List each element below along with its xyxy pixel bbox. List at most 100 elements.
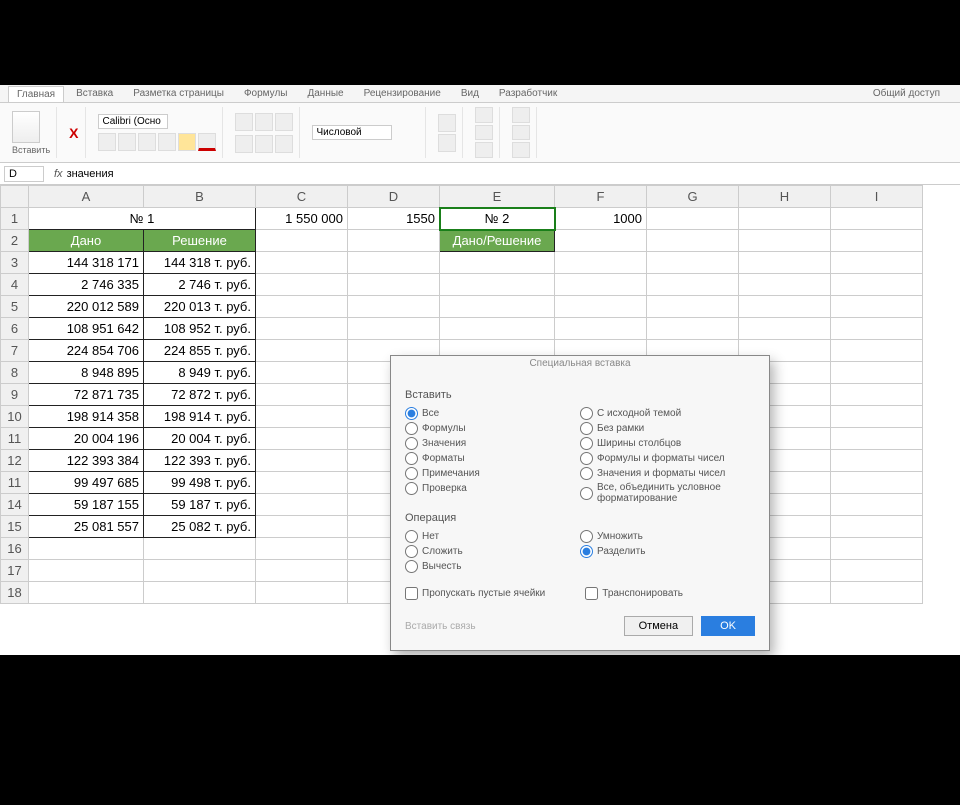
cell[interactable] — [440, 274, 555, 296]
cell[interactable]: 25 082 т. руб. — [144, 516, 256, 538]
share-button[interactable]: Общий доступ — [865, 86, 948, 101]
cell[interactable]: 108 951 642 — [29, 318, 144, 340]
name-box[interactable]: D — [4, 166, 44, 182]
tab-view[interactable]: Вид — [453, 86, 487, 101]
cell[interactable]: 99 498 т. руб. — [144, 472, 256, 494]
cell[interactable]: 144 318 171 — [29, 252, 144, 274]
cell[interactable] — [831, 516, 923, 538]
radio-ins-1[interactable]: Формулы — [405, 422, 580, 435]
tab-review[interactable]: Рецензирование — [356, 86, 449, 101]
cell[interactable] — [144, 560, 256, 582]
row-header[interactable]: 17 — [1, 560, 29, 582]
autosum-icon[interactable] — [512, 107, 530, 123]
col-header[interactable]: H — [739, 186, 831, 208]
cell[interactable] — [831, 472, 923, 494]
radio-op-1[interactable]: Сложить — [405, 545, 580, 558]
cell[interactable] — [256, 428, 348, 450]
radio-op-2[interactable]: Вычесть — [405, 560, 580, 573]
tab-pagelayout[interactable]: Разметка страницы — [125, 86, 232, 101]
cell[interactable] — [555, 318, 647, 340]
cell[interactable] — [831, 252, 923, 274]
cell[interactable]: 224 854 706 — [29, 340, 144, 362]
tab-developer[interactable]: Разработчик — [491, 86, 565, 101]
cell[interactable] — [256, 494, 348, 516]
cell[interactable] — [831, 384, 923, 406]
cell[interactable]: 8 948 895 — [29, 362, 144, 384]
cell[interactable] — [348, 296, 440, 318]
row-header[interactable]: 14 — [1, 494, 29, 516]
cell[interactable] — [647, 230, 739, 252]
cell[interactable] — [831, 450, 923, 472]
cell[interactable] — [348, 230, 440, 252]
col-header[interactable]: G — [647, 186, 739, 208]
cell[interactable] — [831, 274, 923, 296]
row-header[interactable]: 3 — [1, 252, 29, 274]
tab-data[interactable]: Данные — [299, 86, 351, 101]
cell[interactable]: 20 004 т. руб. — [144, 428, 256, 450]
cell[interactable] — [256, 362, 348, 384]
cell[interactable] — [555, 274, 647, 296]
cell[interactable] — [739, 274, 831, 296]
cond-format-icon[interactable] — [438, 114, 456, 132]
cell[interactable]: № 1 — [29, 208, 256, 230]
row-header[interactable]: 18 — [1, 582, 29, 604]
cell[interactable]: 122 393 384 — [29, 450, 144, 472]
cell[interactable] — [831, 494, 923, 516]
format-table-icon[interactable] — [438, 134, 456, 152]
cell[interactable] — [256, 560, 348, 582]
indent-inc-icon[interactable] — [255, 135, 273, 153]
cell[interactable] — [440, 318, 555, 340]
underline-icon[interactable] — [138, 133, 156, 151]
cell[interactable] — [256, 340, 348, 362]
cell[interactable] — [831, 362, 923, 384]
cell[interactable] — [739, 318, 831, 340]
formula-text[interactable]: значения — [67, 168, 114, 180]
cell[interactable] — [555, 296, 647, 318]
cell[interactable] — [256, 252, 348, 274]
radio-ins-0[interactable]: Все — [405, 407, 580, 420]
cell[interactable] — [831, 208, 923, 230]
cell[interactable] — [256, 318, 348, 340]
spreadsheet-grid[interactable]: A B C D E F G H I 1 № 1 1 550 000 1550 №… — [0, 185, 960, 655]
row-header[interactable]: 2 — [1, 230, 29, 252]
cell[interactable]: 72 872 т. руб. — [144, 384, 256, 406]
cell[interactable]: Дано — [29, 230, 144, 252]
cell[interactable] — [256, 472, 348, 494]
col-header[interactable]: D — [348, 186, 440, 208]
find-icon[interactable] — [512, 142, 530, 158]
cell[interactable] — [348, 252, 440, 274]
radio-ins-1[interactable]: Без рамки — [580, 422, 755, 435]
radio-ins-3[interactable]: Форматы — [405, 452, 580, 465]
cell[interactable] — [831, 538, 923, 560]
cell[interactable] — [555, 252, 647, 274]
cell[interactable] — [647, 274, 739, 296]
cell[interactable] — [256, 450, 348, 472]
cell[interactable] — [144, 582, 256, 604]
cell[interactable] — [256, 582, 348, 604]
row-header[interactable]: 6 — [1, 318, 29, 340]
col-header[interactable]: B — [144, 186, 256, 208]
cell[interactable] — [256, 230, 348, 252]
cell[interactable] — [739, 208, 831, 230]
cell[interactable]: 108 952 т. руб. — [144, 318, 256, 340]
col-header[interactable]: C — [256, 186, 348, 208]
radio-ins-3[interactable]: Формулы и форматы чисел — [580, 452, 755, 465]
bold-icon[interactable] — [98, 133, 116, 151]
cell[interactable]: 2 746 т. руб. — [144, 274, 256, 296]
number-format-select[interactable] — [312, 125, 392, 140]
cell[interactable]: 220 012 589 — [29, 296, 144, 318]
cell[interactable]: 59 187 т. руб. — [144, 494, 256, 516]
cell[interactable] — [256, 296, 348, 318]
col-header[interactable]: A — [29, 186, 144, 208]
cell[interactable]: 1 550 000 — [256, 208, 348, 230]
cell[interactable] — [555, 230, 647, 252]
cell[interactable] — [831, 582, 923, 604]
cell[interactable]: 144 318 т. руб. — [144, 252, 256, 274]
cell[interactable]: 220 013 т. руб. — [144, 296, 256, 318]
cell[interactable] — [739, 252, 831, 274]
skip-blanks-checkbox[interactable]: Пропускать пустые ячейки — [405, 587, 545, 600]
cell[interactable] — [440, 252, 555, 274]
cell[interactable]: 25 081 557 — [29, 516, 144, 538]
cell[interactable] — [256, 538, 348, 560]
tab-home[interactable]: Главная — [8, 86, 64, 102]
